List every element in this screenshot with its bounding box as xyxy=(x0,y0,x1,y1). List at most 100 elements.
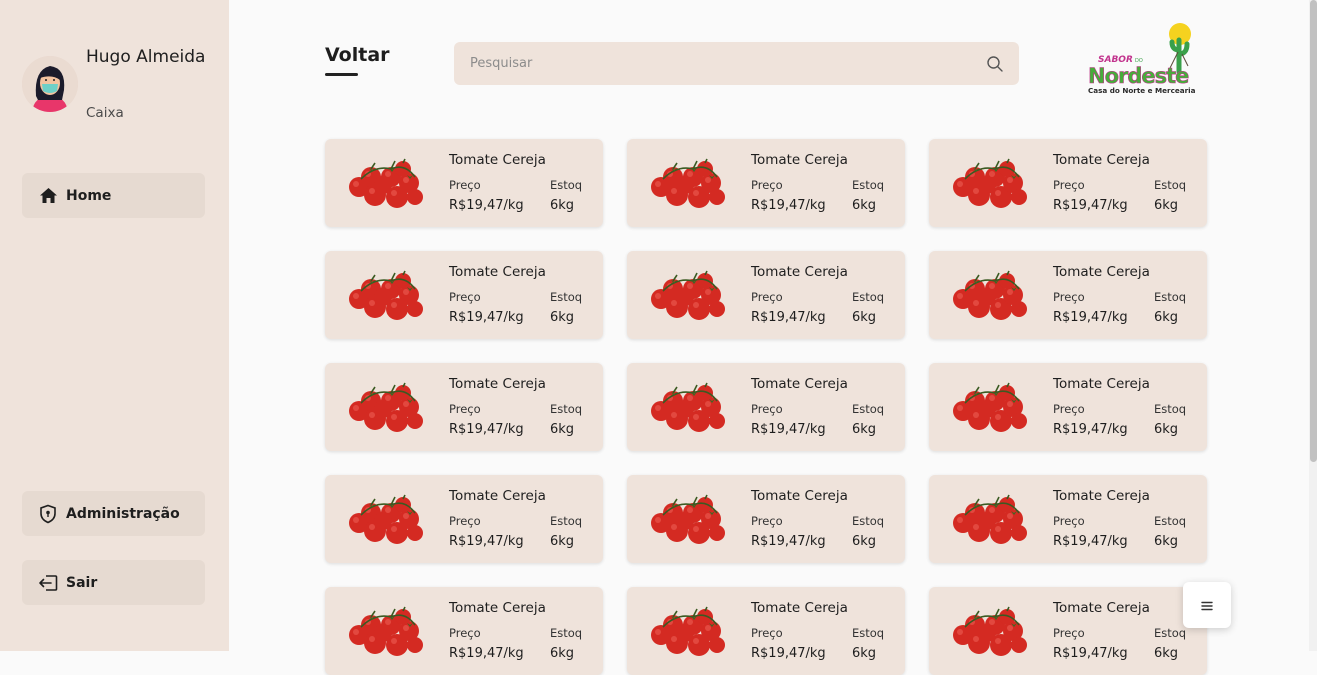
product-name: Tomate Cereja xyxy=(1053,600,1150,616)
product-price: R$19,47/kg xyxy=(449,646,524,661)
main-content: Voltar SABOR DO Nordeste Casa do Norte e… xyxy=(229,0,1309,675)
shield-icon xyxy=(37,504,59,524)
product-price: R$19,47/kg xyxy=(449,534,524,549)
product-name: Tomate Cereja xyxy=(751,488,848,504)
product-card[interactable]: Tomate Cereja Preço Estoq R$19,47/kg 6kg xyxy=(627,251,905,339)
stock-label: Estoq xyxy=(550,290,583,304)
product-card[interactable]: Tomate Cereja Preço Estoq R$19,47/kg 6kg xyxy=(325,251,603,339)
product-price: R$19,47/kg xyxy=(1053,422,1128,437)
stock-label: Estoq xyxy=(852,178,885,192)
product-card[interactable]: Tomate Cereja Preço Estoq R$19,47/kg 6kg xyxy=(325,363,603,451)
product-name: Tomate Cereja xyxy=(449,488,546,504)
product-name: Tomate Cereja xyxy=(751,152,848,168)
product-stock: 6kg xyxy=(1154,646,1179,661)
nav-admin-label: Administração xyxy=(66,505,180,522)
product-stock: 6kg xyxy=(852,646,877,661)
product-card[interactable]: Tomate Cereja Preço Estoq R$19,47/kg 6kg xyxy=(627,363,905,451)
home-icon xyxy=(37,186,59,206)
nav-logout-button[interactable]: Sair xyxy=(22,560,205,605)
nav-admin-button[interactable]: Administração xyxy=(22,491,205,536)
product-card[interactable]: Tomate Cereja Preço Estoq R$19,47/kg 6kg xyxy=(627,587,905,675)
logo-tagline: Casa do Norte e Mercearia xyxy=(1088,86,1196,95)
product-price: R$19,47/kg xyxy=(751,422,826,437)
tomato-image xyxy=(647,605,727,661)
product-stock: 6kg xyxy=(852,310,877,325)
stock-label: Estoq xyxy=(550,626,583,640)
product-card[interactable]: Tomate Cereja Preço Estoq R$19,47/kg 6kg xyxy=(929,139,1207,227)
stock-label: Estoq xyxy=(852,626,885,640)
user-name: Hugo Almeida xyxy=(86,47,206,67)
tomato-image xyxy=(345,269,425,325)
product-price: R$19,47/kg xyxy=(751,534,826,549)
product-name: Tomate Cereja xyxy=(751,376,848,392)
nav-logout-label: Sair xyxy=(66,574,98,591)
search-icon[interactable] xyxy=(986,55,1004,77)
product-price: R$19,47/kg xyxy=(751,310,826,325)
stock-label: Estoq xyxy=(1154,514,1187,528)
price-label: Preço xyxy=(449,402,481,416)
product-stock: 6kg xyxy=(1154,198,1179,213)
stock-label: Estoq xyxy=(550,514,583,528)
product-card[interactable]: Tomate Cereja Preço Estoq R$19,47/kg 6kg xyxy=(325,587,603,675)
product-name: Tomate Cereja xyxy=(1053,376,1150,392)
scrollbar-thumb[interactable] xyxy=(1310,0,1317,462)
product-price: R$19,47/kg xyxy=(751,646,826,661)
search-input[interactable] xyxy=(454,42,1019,85)
product-stock: 6kg xyxy=(550,534,575,549)
price-label: Preço xyxy=(1053,178,1085,192)
product-card[interactable]: Tomate Cereja Preço Estoq R$19,47/kg 6kg xyxy=(627,475,905,563)
scrollbar[interactable] xyxy=(1309,0,1317,651)
product-stock: 6kg xyxy=(550,198,575,213)
menu-icon xyxy=(1201,596,1213,615)
sidebar: Hugo Almeida Caixa Home Administração Sa… xyxy=(0,0,229,651)
product-card[interactable]: Tomate Cereja Preço Estoq R$19,47/kg 6kg xyxy=(325,139,603,227)
stock-label: Estoq xyxy=(1154,626,1187,640)
stock-label: Estoq xyxy=(852,402,885,416)
menu-button[interactable] xyxy=(1183,582,1231,628)
price-label: Preço xyxy=(751,626,783,640)
product-name: Tomate Cereja xyxy=(449,152,546,168)
stock-label: Estoq xyxy=(852,514,885,528)
product-name: Tomate Cereja xyxy=(751,600,848,616)
price-label: Preço xyxy=(1053,402,1085,416)
product-price: R$19,47/kg xyxy=(1053,310,1128,325)
product-stock: 6kg xyxy=(1154,534,1179,549)
price-label: Preço xyxy=(449,178,481,192)
product-card[interactable]: Tomate Cereja Preço Estoq R$19,47/kg 6kg xyxy=(929,475,1207,563)
tomato-image xyxy=(647,269,727,325)
product-stock: 6kg xyxy=(852,198,877,213)
logo-nordeste: Nordeste xyxy=(1088,64,1189,88)
product-name: Tomate Cereja xyxy=(449,264,546,280)
product-grid: Tomate Cereja Preço Estoq R$19,47/kg 6kg… xyxy=(325,139,1207,675)
product-stock: 6kg xyxy=(852,422,877,437)
tomato-image xyxy=(949,605,1029,661)
product-card[interactable]: Tomate Cereja Preço Estoq R$19,47/kg 6kg xyxy=(929,363,1207,451)
product-price: R$19,47/kg xyxy=(449,310,524,325)
product-card[interactable]: Tomate Cereja Preço Estoq R$19,47/kg 6kg xyxy=(325,475,603,563)
stock-label: Estoq xyxy=(1154,290,1187,304)
user-role: Caixa xyxy=(86,105,124,121)
product-price: R$19,47/kg xyxy=(449,422,524,437)
nav-home-button[interactable]: Home xyxy=(22,173,205,218)
price-label: Preço xyxy=(1053,514,1085,528)
product-stock: 6kg xyxy=(852,534,877,549)
product-stock: 6kg xyxy=(550,310,575,325)
product-card[interactable]: Tomate Cereja Preço Estoq R$19,47/kg 6kg xyxy=(929,587,1207,675)
price-label: Preço xyxy=(751,514,783,528)
product-stock: 6kg xyxy=(1154,310,1179,325)
tomato-image xyxy=(345,157,425,213)
price-label: Preço xyxy=(449,626,481,640)
back-underline xyxy=(325,73,358,76)
price-label: Preço xyxy=(751,178,783,192)
tomato-image xyxy=(647,493,727,549)
product-card[interactable]: Tomate Cereja Preço Estoq R$19,47/kg 6kg xyxy=(929,251,1207,339)
product-price: R$19,47/kg xyxy=(751,198,826,213)
logout-icon xyxy=(37,573,59,593)
back-button[interactable]: Voltar xyxy=(325,44,390,66)
tomato-image xyxy=(345,381,425,437)
product-name: Tomate Cereja xyxy=(1053,152,1150,168)
product-name: Tomate Cereja xyxy=(751,264,848,280)
product-card[interactable]: Tomate Cereja Preço Estoq R$19,47/kg 6kg xyxy=(627,139,905,227)
tomato-image xyxy=(949,493,1029,549)
product-price: R$19,47/kg xyxy=(449,198,524,213)
